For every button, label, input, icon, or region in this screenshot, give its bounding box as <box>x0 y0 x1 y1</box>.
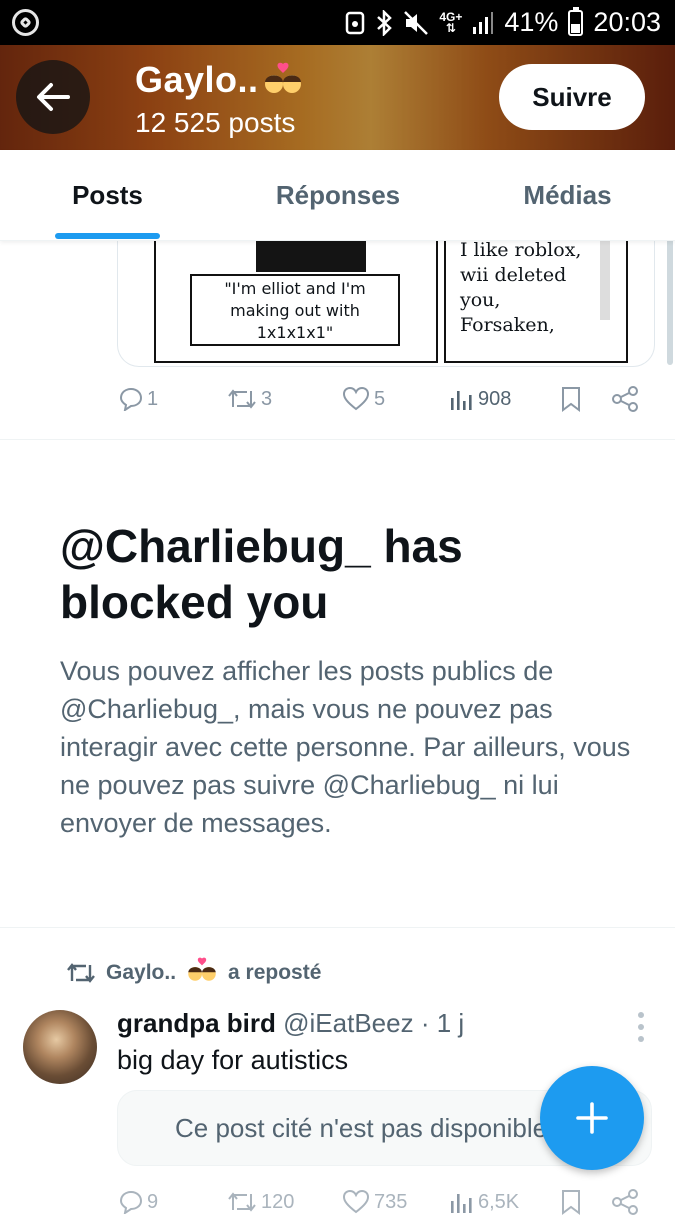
repost-label: a reposté <box>228 961 322 984</box>
reply-count: 9 <box>147 1190 159 1213</box>
back-button[interactable] <box>16 60 90 134</box>
share-button[interactable] <box>611 1182 639 1222</box>
divider <box>0 927 675 928</box>
quote-unavailable-text: Ce post cité n'est pas disponible. <box>175 1112 555 1143</box>
like-button[interactable]: 735 <box>342 1182 407 1222</box>
shazam-icon <box>12 9 39 36</box>
profile-name-text: Gaylo.. <box>135 59 259 100</box>
like-count: 5 <box>374 387 386 410</box>
tab-posts[interactable]: Posts <box>0 150 215 240</box>
avatar[interactable] <box>23 1010 97 1084</box>
blocked-description: Vous pouvez afficher les posts publics d… <box>60 656 631 838</box>
reply-icon <box>119 387 143 411</box>
views-button[interactable]: 908 <box>450 379 511 419</box>
repost-button[interactable]: 3 <box>227 379 272 419</box>
repost-button[interactable]: 120 <box>227 1182 294 1222</box>
analytics-icon <box>451 1194 472 1213</box>
compose-post-button[interactable] <box>540 1066 644 1170</box>
bookmark-icon <box>562 387 580 412</box>
like-button[interactable]: 5 <box>342 379 385 419</box>
views-button[interactable]: 6,5K <box>450 1182 519 1222</box>
network-indicator: 4G+ ⇅ <box>439 9 463 35</box>
status-icons: 4G+ ⇅ 41% 20:03 <box>345 0 661 45</box>
repost-count: 120 <box>261 1190 295 1213</box>
posts-count: 12 525 posts <box>135 107 296 138</box>
clock: 20:03 <box>593 7 661 37</box>
post-time[interactable]: 1 j <box>437 1008 464 1038</box>
bookmark-icon <box>562 1190 580 1215</box>
reply-count: 1 <box>147 387 159 410</box>
profile-tabs: Posts Réponses Médias <box>0 150 675 241</box>
heart-icon <box>342 1190 370 1214</box>
reposter-name: Gaylo.. <box>106 961 177 984</box>
status-bar: 4G+ ⇅ 41% 20:03 <box>0 0 675 45</box>
share-icon <box>612 386 638 412</box>
tab-media[interactable]: Médias <box>460 150 675 240</box>
separator-dot: · <box>420 1008 430 1038</box>
reply-icon <box>119 1190 143 1214</box>
divider <box>0 439 675 440</box>
battery-icon <box>568 6 584 36</box>
bookmark-button[interactable] <box>560 1182 582 1222</box>
comic-caption: "I'm elliot and I'm making out with 1x1x… <box>190 274 400 346</box>
profile-name: Gaylo.. <box>135 59 303 101</box>
post-author-line: grandpa bird @iEatBeez · 1 j <box>117 1006 464 1040</box>
profile-header: Gaylo.. 12 525 posts Suivre <box>0 45 675 150</box>
repost-count: 3 <box>261 387 273 410</box>
like-count: 735 <box>374 1190 408 1213</box>
repost-icon <box>228 1192 256 1212</box>
repost-icon <box>67 963 95 983</box>
battery-percent: 41% <box>504 7 559 37</box>
view-count: 6,5K <box>478 1190 520 1213</box>
follow-button[interactable]: Suivre <box>499 64 645 130</box>
view-count: 908 <box>478 387 512 410</box>
heart-icon <box>342 387 370 411</box>
mute-icon <box>404 10 429 35</box>
plus-icon <box>576 1102 608 1134</box>
reply-button[interactable]: 1 <box>117 379 158 419</box>
bookmark-button[interactable] <box>560 379 582 419</box>
comic-scrollbar <box>600 230 610 320</box>
reply-button[interactable]: 9 <box>117 1182 158 1222</box>
share-icon <box>612 1189 638 1215</box>
blocked-title: @Charliebug_ has blocked you <box>60 520 463 628</box>
analytics-icon <box>451 391 472 410</box>
repost-icon <box>228 389 256 409</box>
share-button[interactable] <box>611 379 639 419</box>
repost-indicator[interactable]: Gaylo.. a reposté <box>66 955 321 991</box>
comic-right-text: I like roblox, wii deleted you, Forsaken… <box>460 239 582 336</box>
active-tab-indicator <box>55 233 160 239</box>
more-options-icon[interactable] <box>637 1012 645 1042</box>
tab-replies[interactable]: Réponses <box>218 150 458 240</box>
author-handle[interactable]: @iEatBeez <box>283 1008 413 1038</box>
kiss-emoji-icon <box>263 62 303 96</box>
kiss-emoji-icon <box>186 957 218 989</box>
post-text: big day for autistics <box>117 1045 349 1075</box>
bluetooth-icon <box>377 9 393 36</box>
author-name[interactable]: grandpa bird <box>117 1008 276 1038</box>
arrow-left-icon <box>37 83 70 111</box>
nfc-icon <box>346 11 365 34</box>
signal-icon <box>473 11 494 34</box>
